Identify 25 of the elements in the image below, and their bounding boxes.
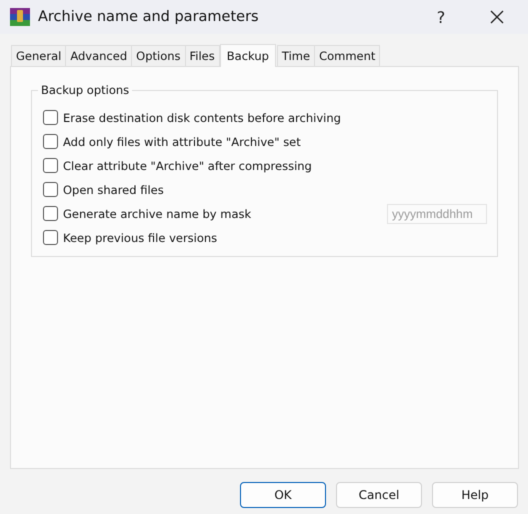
app-icon: [10, 8, 30, 26]
dialog-button[interactable]: Cancel: [336, 482, 422, 508]
checkbox[interactable]: [43, 230, 58, 245]
checkbox[interactable]: [43, 134, 58, 149]
tab[interactable]: Time: [276, 45, 316, 66]
checkbox-label[interactable]: Clear attribute "Archive" after compressing: [63, 158, 312, 172]
checkbox[interactable]: [43, 158, 58, 173]
checkbox-label[interactable]: Open shared files: [63, 182, 164, 196]
checkbox-label[interactable]: Keep previous file versions: [63, 230, 218, 244]
dialog-button[interactable]: Help: [432, 482, 518, 508]
help-button[interactable]: ?: [418, 0, 464, 34]
tab[interactable]: Files: [184, 45, 220, 66]
close-icon: [490, 10, 504, 24]
checkbox-label[interactable]: Generate archive name by mask: [63, 206, 252, 220]
tab[interactable]: General: [11, 45, 66, 66]
checkbox[interactable]: [43, 110, 58, 125]
checkbox-label[interactable]: Add only files with attribute "Archive" set: [63, 134, 301, 148]
tab[interactable]: Comment: [314, 45, 380, 66]
dialog-button[interactable]: OK: [240, 482, 326, 508]
checkbox[interactable]: [43, 206, 58, 221]
checkbox[interactable]: [43, 182, 58, 197]
window-title: Archive name and parameters: [38, 9, 260, 25]
group-title: Backup options: [38, 83, 132, 97]
tab[interactable]: Backup: [220, 44, 276, 67]
checkbox-label[interactable]: Erase destination disk contents before archiving: [63, 110, 341, 124]
